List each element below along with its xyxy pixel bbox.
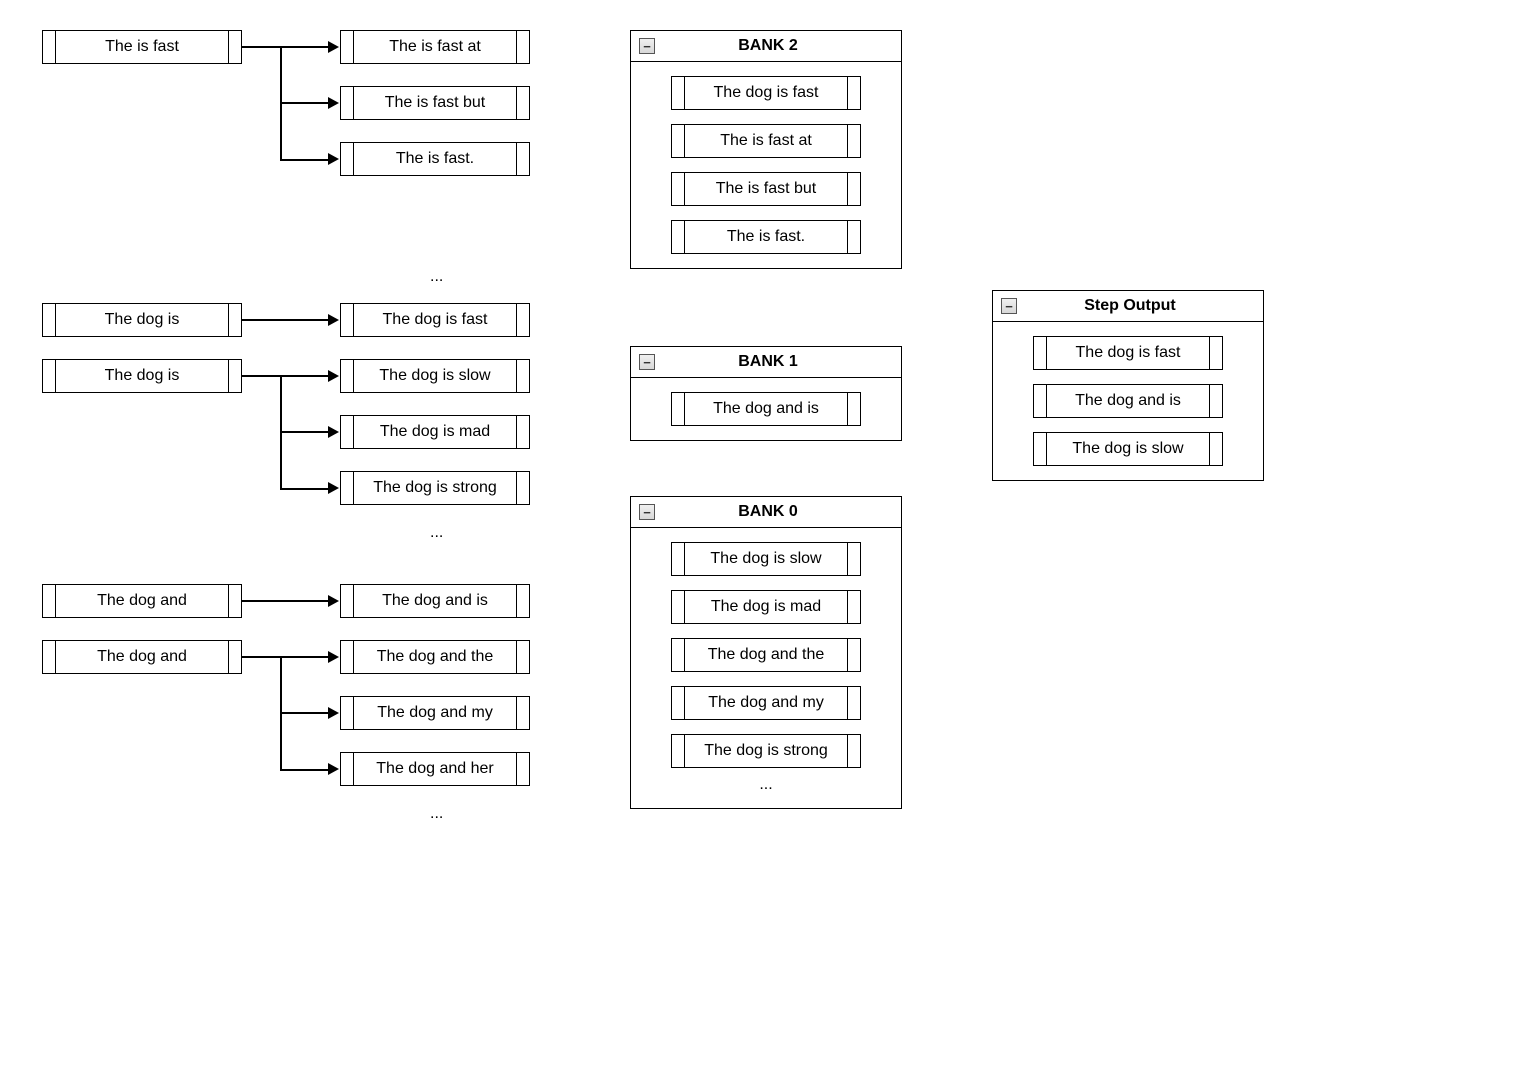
- node-label: The dog is strong: [685, 742, 847, 760]
- bank-item: The dog is fast: [671, 76, 861, 110]
- ellipsis: ...: [651, 776, 881, 794]
- target-node: The dog is strong: [340, 471, 530, 505]
- node-label: The dog and her: [354, 760, 516, 778]
- node-label: The dog is mad: [354, 423, 516, 441]
- source-node: The dog and: [42, 584, 242, 618]
- target-node: The dog and my: [340, 696, 530, 730]
- bank-item: The dog is slow: [671, 542, 861, 576]
- bank-item: The is fast.: [671, 220, 861, 254]
- node-label: The is fast at: [685, 132, 847, 150]
- source-node: The dog and: [42, 640, 242, 674]
- collapse-icon[interactable]: −: [639, 354, 655, 370]
- diagram-canvas: The is fast The is fast at The is fast b…: [20, 20, 1515, 1069]
- ellipsis: ...: [430, 524, 443, 542]
- panel-title: BANK 0: [663, 503, 893, 521]
- collapse-icon[interactable]: −: [639, 504, 655, 520]
- node-label: The dog is fast: [685, 84, 847, 102]
- node-label: The dog and is: [1047, 392, 1209, 410]
- target-node: The dog is slow: [340, 359, 530, 393]
- node-label: The dog is: [56, 311, 228, 329]
- output-item: The dog and is: [1033, 384, 1223, 418]
- bank-item: The dog is mad: [671, 590, 861, 624]
- node-label: The dog is mad: [685, 598, 847, 616]
- target-node: The is fast at: [340, 30, 530, 64]
- ellipsis: ...: [430, 805, 443, 823]
- node-label: The dog is fast: [354, 311, 516, 329]
- node-label: The is fast but: [685, 180, 847, 198]
- panel-bank-2: − BANK 2 The dog is fast The is fast at …: [630, 30, 902, 269]
- target-node: The dog and her: [340, 752, 530, 786]
- bank-item: The is fast but: [671, 172, 861, 206]
- bank-item: The dog is strong: [671, 734, 861, 768]
- bank-item: The is fast at: [671, 124, 861, 158]
- node-label: The dog and: [56, 648, 228, 666]
- target-node: The is fast.: [340, 142, 530, 176]
- node-label: The is fast: [56, 38, 228, 56]
- node-label: The dog and my: [685, 694, 847, 712]
- panel-title: BANK 2: [663, 37, 893, 55]
- node-label: The dog and my: [354, 704, 516, 722]
- node-label: The dog is slow: [685, 550, 847, 568]
- node-label: The dog is: [56, 367, 228, 385]
- panel-title: BANK 1: [663, 353, 893, 371]
- target-node: The is fast but: [340, 86, 530, 120]
- node-label: The dog and the: [354, 648, 516, 666]
- ellipsis: ...: [430, 268, 443, 286]
- target-node: The dog is fast: [340, 303, 530, 337]
- node-label: The is fast.: [685, 228, 847, 246]
- node-label: The is fast.: [354, 150, 516, 168]
- collapse-icon[interactable]: −: [639, 38, 655, 54]
- output-item: The dog is fast: [1033, 336, 1223, 370]
- panel-bank-0: − BANK 0 The dog is slow The dog is mad …: [630, 496, 902, 809]
- node-label: The is fast at: [354, 38, 516, 56]
- source-node: The is fast: [42, 30, 242, 64]
- node-label: The is fast but: [354, 94, 516, 112]
- collapse-icon[interactable]: −: [1001, 298, 1017, 314]
- source-node: The dog is: [42, 303, 242, 337]
- node-label: The dog is slow: [1047, 440, 1209, 458]
- panel-step-output: − Step Output The dog is fast The dog an…: [992, 290, 1264, 481]
- target-node: The dog and is: [340, 584, 530, 618]
- target-node: The dog and the: [340, 640, 530, 674]
- node-label: The dog is slow: [354, 367, 516, 385]
- bank-item: The dog and my: [671, 686, 861, 720]
- source-node: The dog is: [42, 359, 242, 393]
- output-item: The dog is slow: [1033, 432, 1223, 466]
- bank-item: The dog and is: [671, 392, 861, 426]
- target-node: The dog is mad: [340, 415, 530, 449]
- node-label: The dog is strong: [354, 479, 516, 497]
- node-label: The dog and: [56, 592, 228, 610]
- node-label: The dog is fast: [1047, 344, 1209, 362]
- panel-title: Step Output: [1025, 297, 1255, 315]
- node-label: The dog and is: [685, 400, 847, 418]
- node-label: The dog and is: [354, 592, 516, 610]
- panel-bank-1: − BANK 1 The dog and is: [630, 346, 902, 441]
- bank-item: The dog and the: [671, 638, 861, 672]
- node-label: The dog and the: [685, 646, 847, 664]
